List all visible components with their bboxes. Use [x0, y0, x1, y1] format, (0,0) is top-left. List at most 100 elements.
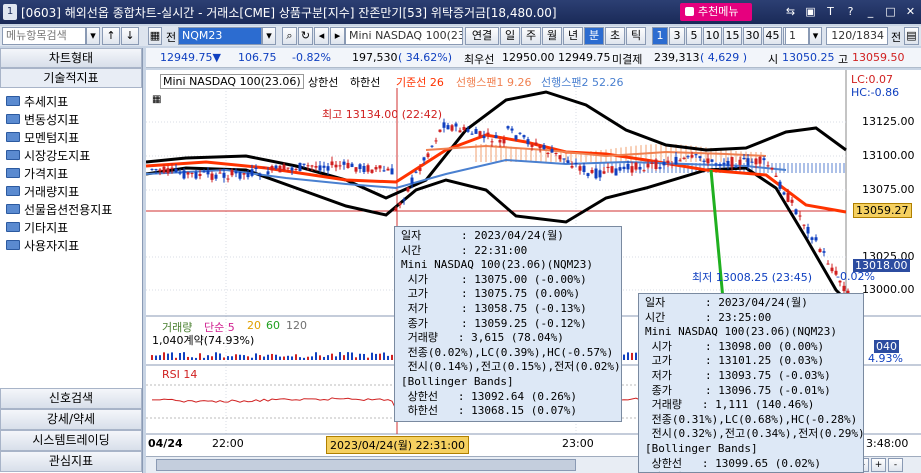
- grid-icon[interactable]: ▦: [148, 27, 162, 45]
- volume-bar: [271, 353, 273, 360]
- prev-code-icon[interactable]: ◂: [314, 27, 329, 45]
- candle-body: [470, 133, 474, 135]
- period-tab-2[interactable]: 주: [521, 27, 541, 45]
- candle-body: [302, 163, 306, 165]
- volume-bar: [183, 352, 185, 360]
- candle-body: [518, 132, 522, 134]
- candle-body: [494, 135, 498, 139]
- period-tab-1[interactable]: 일: [500, 27, 520, 45]
- count-dropdown-icon[interactable]: ▾: [809, 27, 822, 45]
- volume-bar: [239, 354, 241, 360]
- signal-search-button[interactable]: 신호검색: [0, 388, 142, 409]
- indicator-folder-6[interactable]: 선물옵션전용지표: [0, 200, 142, 218]
- candle-body: [658, 167, 662, 169]
- volume-bar: [295, 354, 297, 360]
- lock-icon[interactable]: ▣: [802, 3, 819, 20]
- candle-body: [330, 161, 334, 166]
- interval-tab-10[interactable]: 10: [703, 27, 722, 45]
- time-label-2300: 23:00: [562, 437, 594, 450]
- search-dropdown-icon[interactable]: ▾: [86, 27, 100, 45]
- period-tab-4[interactable]: 년: [563, 27, 583, 45]
- volume-bar: [307, 356, 309, 360]
- candle-body: [334, 164, 338, 168]
- refresh-icon[interactable]: ↻: [298, 27, 313, 45]
- interval-tab-45[interactable]: 45: [763, 27, 782, 45]
- candle-body: [506, 126, 510, 129]
- interval-tab-15[interactable]: 15: [723, 27, 742, 45]
- maximize-icon[interactable]: □: [882, 3, 899, 20]
- candle-body: [434, 140, 438, 142]
- candle-body: [566, 160, 570, 164]
- chart-type-header[interactable]: 차트형태: [0, 48, 142, 68]
- code-dropdown-icon[interactable]: ▾: [262, 27, 276, 45]
- settings-icon[interactable]: ▤: [904, 27, 919, 45]
- tooltip2-line-5: 저가 : 13093.75 (-0.03%): [645, 368, 831, 382]
- cursor-time-label: 2023/04/24(월) 22:31:00: [326, 436, 470, 454]
- candle-body: [374, 167, 378, 170]
- indicator-folder-7[interactable]: 기타지표: [0, 218, 142, 236]
- volume-bar: [359, 353, 361, 360]
- indicator-folder-5[interactable]: 거래량지표: [0, 182, 142, 200]
- candle-body: [366, 165, 370, 172]
- scroll-button-6[interactable]: -: [888, 458, 903, 472]
- minimize-icon[interactable]: _: [862, 3, 879, 20]
- interval-tab-3[interactable]: 3: [669, 27, 685, 45]
- next-code-icon[interactable]: ▸: [330, 27, 345, 45]
- chart-area[interactable]: Mini NASDAQ 100(23.06) 상한선 하한선 기준선 26 선행…: [146, 70, 921, 473]
- interval-tab-30[interactable]: 30: [743, 27, 762, 45]
- volume-bar: [319, 355, 321, 360]
- indicator-folder-label: 추세지표: [24, 94, 69, 109]
- candle-body: [278, 165, 282, 173]
- candle-body: [246, 172, 250, 178]
- close-icon[interactable]: ✕: [902, 3, 919, 20]
- recommend-menu-button[interactable]: 추천메뉴: [680, 3, 752, 21]
- tooltip1-line-8: 전종(0.02%),LC(0.39%),HC(-0.57%): [401, 345, 614, 359]
- watch-indicator-button[interactable]: 관심지표: [0, 451, 142, 472]
- candle-body: [790, 199, 794, 203]
- volume-bar: [387, 355, 389, 360]
- chart-menu-icon[interactable]: ▦: [152, 94, 161, 105]
- indicator-folder-8[interactable]: 사용자지표: [0, 236, 142, 254]
- period-tab-7[interactable]: 틱: [626, 27, 646, 45]
- interval-tab-1[interactable]: 1: [652, 27, 668, 45]
- legend-span2: 선행스팬2 52.26: [541, 76, 624, 89]
- indicator-folder-0[interactable]: 추세지표: [0, 92, 142, 110]
- interval-tab-5[interactable]: 5: [686, 27, 702, 45]
- legend-base-line: 기준선 26: [396, 76, 444, 89]
- candle-body: [686, 156, 690, 158]
- menu-search-input[interactable]: 메뉴항목검색: [2, 27, 86, 45]
- indicator-folder-3[interactable]: 시장강도지표: [0, 146, 142, 164]
- volume-right-pct: 4.93%: [868, 352, 903, 365]
- candle-body: [154, 169, 158, 171]
- scroll-button-5[interactable]: +: [871, 458, 886, 472]
- candle-body: [474, 129, 478, 134]
- folder-icon: [6, 204, 20, 214]
- volume-bar: [351, 352, 353, 360]
- count-select[interactable]: 1: [785, 27, 809, 45]
- candle-body: [770, 167, 774, 170]
- candle-body: [706, 158, 710, 164]
- indicator-folder-1[interactable]: 변동성지표: [0, 110, 142, 128]
- volume-bar: [391, 354, 393, 360]
- period-tab-3[interactable]: 월: [542, 27, 562, 45]
- tooltip1-line-4: 고가 : 13075.75 (0.00%): [401, 287, 581, 301]
- candle-body: [570, 165, 574, 168]
- help-icon[interactable]: ?: [842, 3, 859, 20]
- arrow-up-button[interactable]: ↑: [102, 27, 120, 45]
- scrollbar-thumb[interactable]: [156, 459, 576, 471]
- candle-body: [166, 168, 170, 174]
- link-icon[interactable]: ⇆: [782, 3, 799, 20]
- search-icon[interactable]: ⌕: [282, 27, 297, 45]
- code-input[interactable]: NQM23: [178, 27, 262, 45]
- arrow-down-button[interactable]: ↓: [121, 27, 139, 45]
- pin-icon[interactable]: T: [822, 3, 839, 20]
- volume-bar: [303, 357, 305, 360]
- indicator-folder-2[interactable]: 모멘텀지표: [0, 128, 142, 146]
- system-trading-button[interactable]: 시스템트레이딩: [0, 430, 142, 451]
- period-tab-6[interactable]: 초: [605, 27, 625, 45]
- indicator-folder-4[interactable]: 가격지표: [0, 164, 142, 182]
- period-tab-5[interactable]: 분: [584, 27, 604, 45]
- technical-indicator-header[interactable]: 기술적지표: [0, 68, 142, 88]
- strength-button[interactable]: 강세/약세: [0, 409, 142, 430]
- period-tab-0[interactable]: 연결: [465, 27, 499, 45]
